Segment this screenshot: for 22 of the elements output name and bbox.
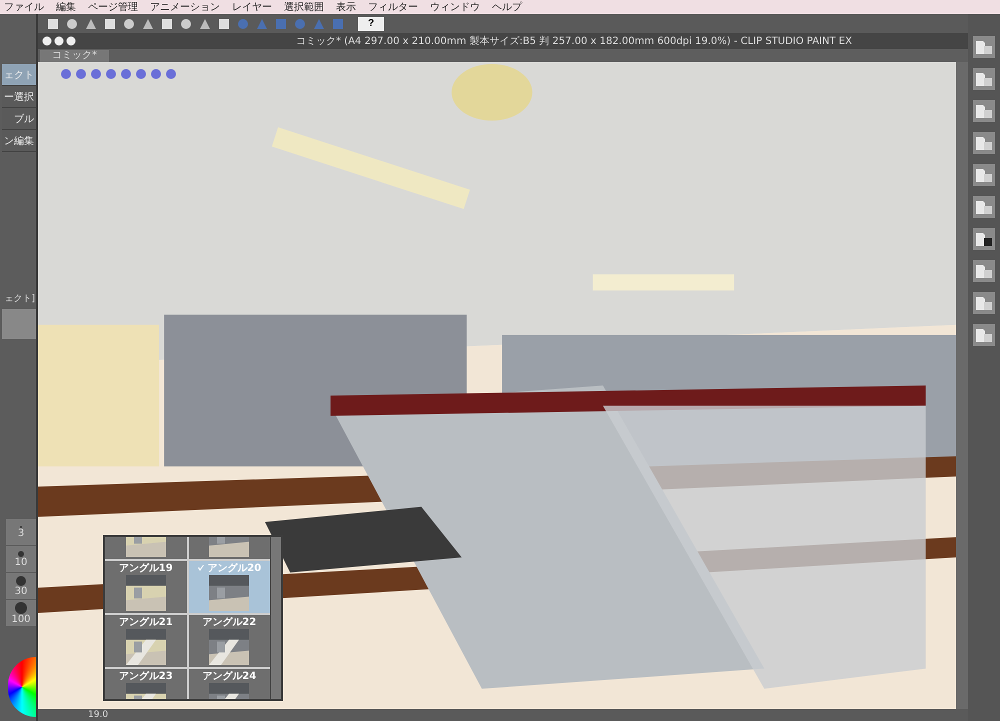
menu-item[interactable]: ウィンドウ [430, 0, 480, 14]
menu-item[interactable]: アニメーション [150, 0, 220, 14]
menu-item[interactable]: ヘルプ [492, 0, 522, 14]
document-tab[interactable]: コミック* [40, 50, 109, 62]
menu-item[interactable]: 表示 [336, 0, 356, 14]
brush-size-item[interactable]: 3 [6, 519, 36, 545]
menu-item[interactable]: ファイル [4, 0, 44, 14]
layer-label: ェクト] [4, 293, 36, 305]
help-button[interactable]: ? [358, 16, 384, 30]
preview-panel [2, 309, 36, 339]
window-title: コミック* (A4 297.00 x 210.00mm 製本サイズ:B5 判 257.00 x 182.00mm 600dpi 19.0%) - CLIP STUDIO PAINT EX [296, 34, 852, 48]
brush-size-item[interactable]: 10 [6, 546, 36, 572]
zoom-readout: 19.0 [88, 710, 108, 720]
scrollbar[interactable] [956, 62, 968, 709]
menu-item[interactable]: レイヤー [232, 0, 272, 14]
menu-item[interactable]: 選択範囲 [284, 0, 324, 14]
menu-item[interactable]: 編集 [56, 0, 76, 14]
brush-size-item[interactable]: 100 [6, 600, 36, 626]
brush-size-item[interactable]: 30 [6, 573, 36, 599]
window-controls[interactable] [42, 36, 78, 46]
menu-item[interactable]: ページ管理 [88, 0, 138, 14]
menu-item[interactable]: フィルター [368, 0, 418, 14]
